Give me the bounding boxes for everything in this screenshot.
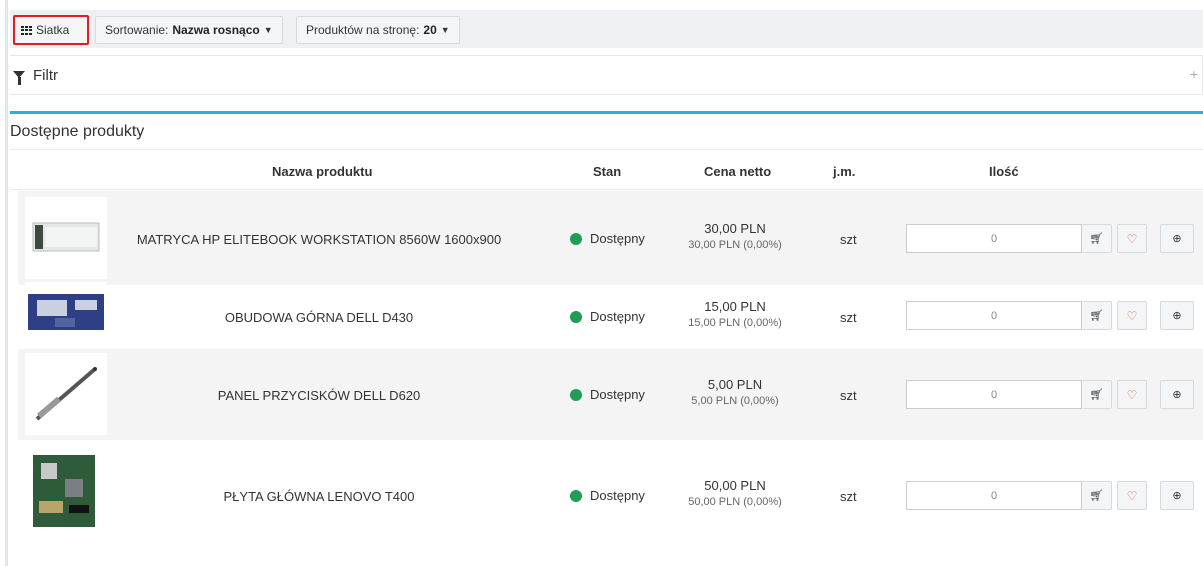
product-image[interactable] [25, 353, 107, 435]
sort-value: Nazwa rosnąco [172, 23, 260, 37]
sort-label: Sortowanie: [105, 23, 169, 37]
sort-dropdown[interactable]: Sortowanie: Nazwa rosnąco ▼ [95, 16, 283, 44]
grid-icon [21, 25, 32, 35]
wishlist-button[interactable]: ♡ [1117, 380, 1147, 409]
stock-status: Dostępny [570, 231, 645, 246]
price-detail: 15,00 PLN (0,00%) [688, 317, 782, 329]
stock-status: Dostępny [570, 309, 645, 324]
products-panel: Dostępne produkty Nazwa produktu Stan Ce… [10, 111, 1203, 566]
available-dot-icon [570, 489, 582, 502]
wishlist-button[interactable]: ♡ [1117, 301, 1147, 330]
page-left-border [5, 0, 8, 566]
price-net: 50,00 PLN [704, 478, 766, 493]
price-cell: 30,00 PLN 30,00 PLN (0,00%) [675, 221, 795, 251]
filter-label: Filtr [33, 66, 58, 84]
heart-icon: ♡ [1126, 387, 1138, 402]
stock-label: Dostępny [590, 488, 645, 503]
table-header: Nazwa produktu Stan Cena netto j.m. Iloś… [10, 154, 1203, 190]
heart-icon: ♡ [1126, 308, 1138, 323]
header-unit: j.m. [833, 164, 856, 179]
zoom-button[interactable]: ⊕ [1160, 301, 1194, 330]
price-net: 30,00 PLN [704, 221, 766, 236]
product-image[interactable] [25, 449, 107, 531]
price-net: 5,00 PLN [707, 377, 763, 392]
caret-down-icon: ▼ [440, 25, 450, 35]
table-row: PŁYTA GŁÓWNA LENOVO T400 Dostępny 50,00 … [18, 440, 1203, 552]
quantity-input[interactable] [906, 301, 1082, 330]
table-row: MATRYCA HP ELITEBOOK WORKSTATION 8560W 1… [18, 191, 1203, 285]
panel-title: Dostępne produkty [10, 114, 1203, 150]
wishlist-button[interactable]: ♡ [1117, 224, 1147, 253]
stock-label: Dostępny [590, 387, 645, 402]
product-image[interactable] [25, 197, 107, 279]
product-name[interactable]: PANEL PRZYCISKÓW DELL D620 [99, 388, 539, 403]
add-to-cart-button[interactable]: 🛒︎ [1082, 380, 1112, 409]
available-dot-icon [570, 388, 582, 401]
unit-label: szt [840, 310, 857, 325]
table-row: OBUDOWA GÓRNA DELL D430 Dostępny 15,00 P… [18, 282, 1203, 349]
filter-panel-header[interactable]: Filtr + [10, 55, 1203, 95]
product-image[interactable] [25, 282, 107, 344]
per-page-label: Produktów na stronę: [306, 23, 420, 37]
header-name: Nazwa produktu [272, 164, 373, 179]
zoom-in-icon: ⊕ [1172, 310, 1182, 322]
product-name[interactable]: PŁYTA GŁÓWNA LENOVO T400 [99, 489, 539, 504]
zoom-button[interactable]: ⊕ [1160, 224, 1194, 253]
available-dot-icon [570, 310, 582, 323]
price-detail: 5,00 PLN (0,00%) [691, 395, 779, 407]
cart-icon: 🛒︎ [1089, 490, 1104, 502]
stock-label: Dostępny [590, 231, 645, 246]
expand-plus-icon[interactable]: + [1190, 66, 1198, 82]
zoom-in-icon: ⊕ [1172, 389, 1182, 401]
grid-view-button[interactable]: Siatka [13, 15, 89, 45]
available-dot-icon [570, 232, 582, 245]
per-page-dropdown[interactable]: Produktów na stronę: 20 ▼ [296, 16, 460, 44]
zoom-button[interactable]: ⊕ [1160, 481, 1194, 510]
stock-label: Dostępny [590, 309, 645, 324]
unit-label: szt [840, 489, 857, 504]
cart-icon: 🛒︎ [1089, 389, 1104, 401]
quantity-input[interactable] [906, 481, 1082, 510]
header-qty: Ilość [989, 164, 1019, 179]
product-name[interactable]: MATRYCA HP ELITEBOOK WORKSTATION 8560W 1… [99, 232, 539, 247]
heart-icon: ♡ [1126, 488, 1138, 503]
price-cell: 15,00 PLN 15,00 PLN (0,00%) [675, 299, 795, 329]
grid-view-label: Siatka [36, 23, 70, 37]
add-to-cart-button[interactable]: 🛒︎ [1082, 224, 1112, 253]
stock-status: Dostępny [570, 387, 645, 402]
unit-label: szt [840, 388, 857, 403]
zoom-in-icon: ⊕ [1172, 233, 1182, 245]
add-to-cart-button[interactable]: 🛒︎ [1082, 481, 1112, 510]
product-name[interactable]: OBUDOWA GÓRNA DELL D430 [99, 310, 539, 325]
cart-icon: 🛒︎ [1089, 310, 1104, 322]
per-page-value: 20 [423, 23, 437, 37]
price-cell: 50,00 PLN 50,00 PLN (0,00%) [675, 478, 795, 508]
header-price: Cena netto [704, 164, 772, 179]
price-detail: 30,00 PLN (0,00%) [688, 239, 782, 251]
zoom-in-icon: ⊕ [1172, 490, 1182, 502]
price-detail: 50,00 PLN (0,00%) [688, 496, 782, 508]
quantity-input[interactable] [906, 224, 1082, 253]
heart-icon: ♡ [1126, 231, 1138, 246]
zoom-button[interactable]: ⊕ [1160, 380, 1194, 409]
filter-icon [13, 70, 25, 85]
caret-down-icon: ▼ [263, 25, 273, 35]
cart-icon: 🛒︎ [1089, 233, 1104, 245]
wishlist-button[interactable]: ♡ [1117, 481, 1147, 510]
add-to-cart-button[interactable]: 🛒︎ [1082, 301, 1112, 330]
price-cell: 5,00 PLN 5,00 PLN (0,00%) [675, 377, 795, 407]
header-stock: Stan [593, 164, 622, 179]
unit-label: szt [840, 232, 857, 247]
view-toolbar: Siatka Sortowanie: Nazwa rosnąco ▼ Produ… [10, 10, 1203, 48]
stock-status: Dostępny [570, 488, 645, 503]
quantity-input[interactable] [906, 380, 1082, 409]
price-net: 15,00 PLN [704, 299, 766, 314]
table-row: PANEL PRZYCISKÓW DELL D620 Dostępny 5,00… [18, 349, 1203, 440]
